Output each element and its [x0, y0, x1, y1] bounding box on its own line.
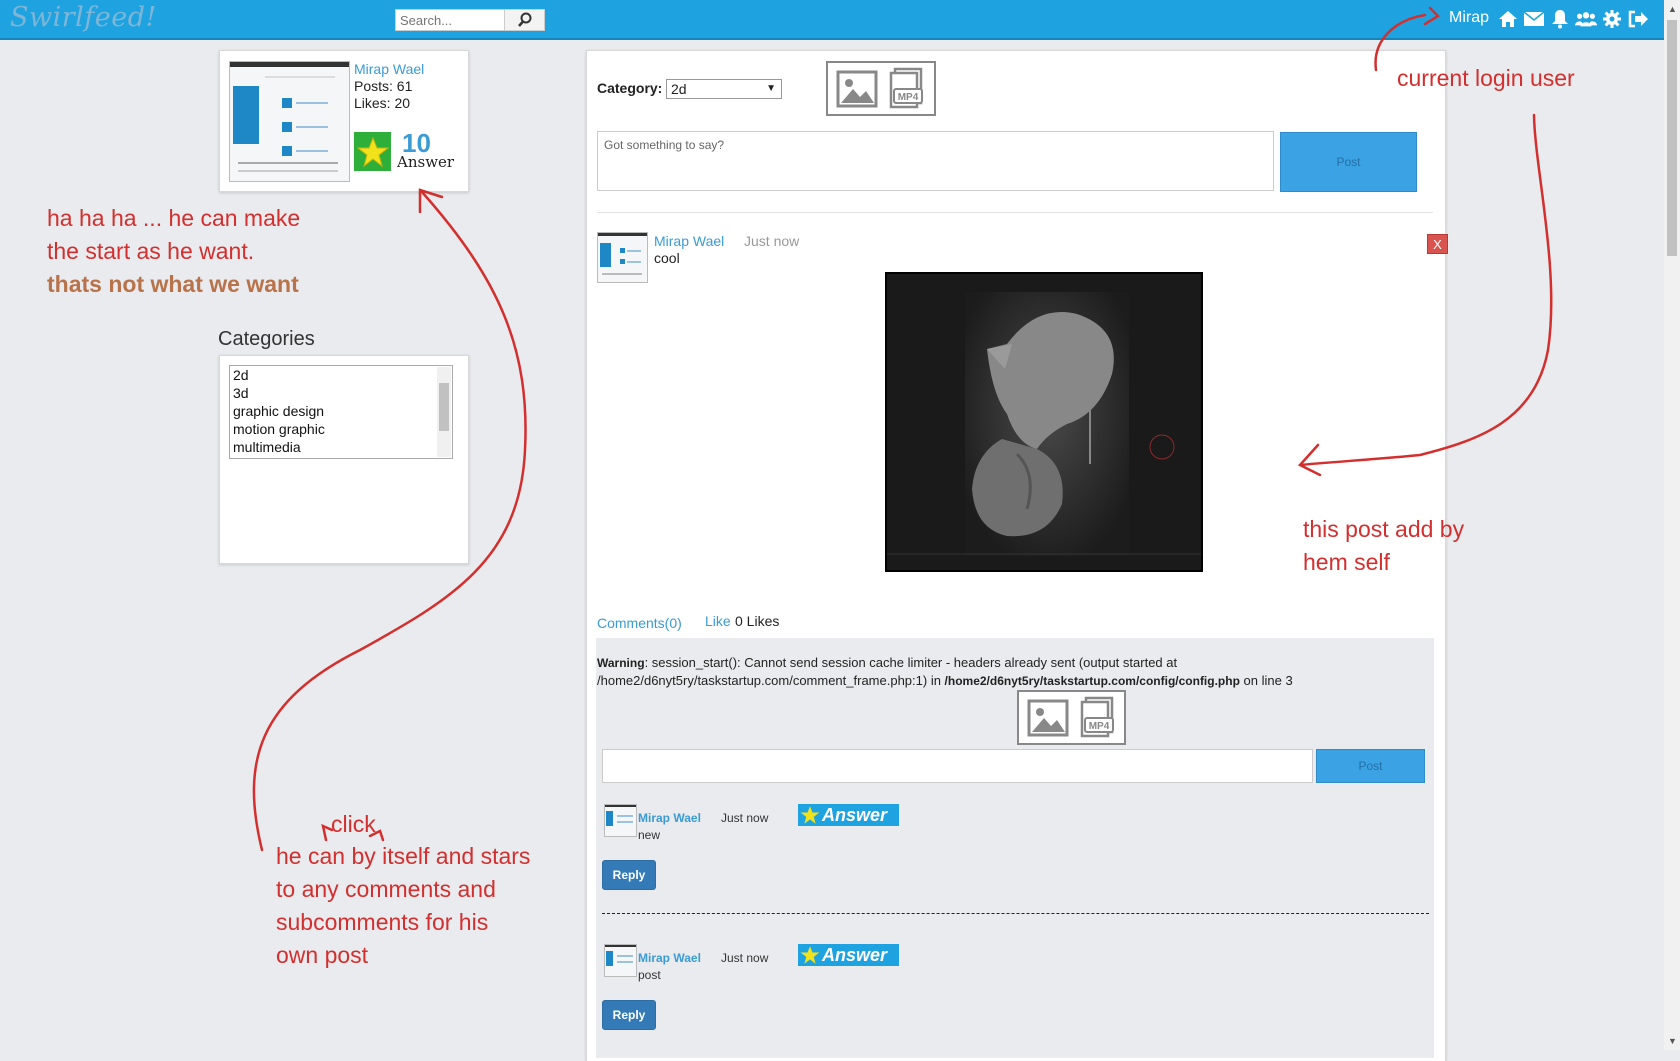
- categories-scrollbar[interactable]: [437, 367, 451, 457]
- comment-frame: [596, 638, 1434, 1058]
- svg-text:MP4: MP4: [1088, 721, 1109, 732]
- annotation-star-note-1: ha ha ha ... he can make: [47, 205, 301, 231]
- category-select[interactable]: 2d ▼: [666, 79, 782, 99]
- scrollbar-thumb[interactable]: [1667, 20, 1677, 256]
- image-icon: [1027, 699, 1068, 736]
- search-input[interactable]: [396, 10, 504, 30]
- category-select-value: 2d: [671, 81, 687, 97]
- svg-text:MP4: MP4: [898, 92, 919, 103]
- likes-count: 0 Likes: [735, 613, 780, 629]
- comment-input[interactable]: [602, 749, 1313, 783]
- annotation-star-note-3: thats not what we want: [47, 271, 299, 297]
- post-body: cool: [654, 250, 680, 266]
- comment-avatar[interactable]: [604, 804, 637, 837]
- site-logo[interactable]: Swirlfeed!: [10, 2, 157, 33]
- star-icon: [798, 804, 822, 826]
- annotation-comment-note-1: he can by itself and stars: [276, 843, 531, 869]
- annotation-comment-note-2: to any comments and: [276, 876, 496, 902]
- category-option[interactable]: 2d: [230, 366, 452, 384]
- category-option[interactable]: motion graphic: [230, 420, 452, 438]
- comment-avatar[interactable]: [604, 944, 637, 977]
- answer-badge-label: Answer: [822, 804, 888, 825]
- profile-picture[interactable]: [229, 61, 350, 182]
- profile-likes-count: Likes: 20: [354, 95, 411, 111]
- scroll-up-arrow-icon[interactable]: ▲: [1668, 4, 1677, 14]
- profile-posts-count: Posts: 61: [354, 78, 413, 94]
- page-scrollbar[interactable]: ▲ ▼: [1664, 0, 1680, 1050]
- comment-post-button[interactable]: Post: [1316, 749, 1425, 783]
- envelope-icon[interactable]: [1523, 8, 1545, 30]
- comment-timestamp: Just now: [721, 811, 769, 825]
- comments-link[interactable]: Comments(0): [597, 615, 682, 631]
- post-button[interactable]: Post: [1280, 132, 1417, 192]
- category-option[interactable]: graphic design: [230, 402, 452, 420]
- image-icon: [836, 70, 878, 107]
- annotation-post-note-1: this post add by: [1303, 516, 1465, 542]
- top-nav-icons: [1497, 8, 1649, 30]
- annotation-comment-note-3: subcomments for his: [276, 909, 489, 935]
- current-user-link[interactable]: Mirap: [1449, 9, 1489, 27]
- users-icon[interactable]: [1575, 8, 1597, 30]
- mark-answer-button[interactable]: Answer: [798, 944, 899, 966]
- star-icon: [798, 944, 822, 966]
- logout-icon[interactable]: [1627, 8, 1649, 30]
- post-author-name[interactable]: Mirap Wael: [654, 233, 724, 249]
- post-timestamp: Just now: [744, 233, 800, 249]
- search-icon: [517, 12, 531, 27]
- star-icon: [354, 132, 391, 171]
- mp4-file-icon: MP4: [1080, 696, 1114, 737]
- gear-icon[interactable]: [1601, 8, 1623, 30]
- annotation-current-user: current login user: [1397, 65, 1575, 91]
- like-link[interactable]: Like: [705, 613, 731, 629]
- annotation-click: click: [331, 811, 376, 837]
- dropdown-arrow-icon: ▼: [766, 83, 776, 94]
- profile-name-link[interactable]: Mirap Wael: [354, 61, 424, 77]
- mp4-file-icon: MP4: [889, 67, 923, 108]
- comment-body: new: [638, 828, 661, 842]
- delete-post-button[interactable]: X: [1427, 234, 1448, 254]
- annotation-post-note-2: hem self: [1303, 549, 1390, 575]
- category-option[interactable]: 3d: [230, 384, 452, 402]
- annotation-comment-note-4: own post: [276, 942, 369, 968]
- bell-icon[interactable]: [1549, 8, 1571, 30]
- comment-timestamp: Just now: [721, 951, 769, 965]
- post-author-avatar[interactable]: [597, 232, 648, 283]
- warning-label: Warning: [597, 656, 645, 670]
- answer-badge-label: Answer: [822, 944, 888, 965]
- category-option[interactable]: multimedia: [230, 438, 452, 456]
- reply-button[interactable]: Reply: [602, 1000, 656, 1030]
- post-image[interactable]: [885, 272, 1203, 572]
- top-navbar: Swirlfeed! Mirap: [0, 0, 1664, 40]
- comment-media-upload-button[interactable]: MP4: [1017, 690, 1126, 745]
- reply-button[interactable]: Reply: [602, 860, 656, 890]
- home-icon[interactable]: [1497, 8, 1519, 30]
- comment-body: post: [638, 968, 661, 982]
- media-upload-button[interactable]: MP4: [826, 61, 936, 116]
- comment-author-name[interactable]: Mirap Wael: [638, 951, 701, 965]
- post-textarea[interactable]: Got something to say?: [597, 131, 1274, 191]
- comment-divider: [602, 913, 1429, 914]
- annotation-star-note-2: the start as he want.: [47, 238, 255, 264]
- divider: [597, 212, 1433, 213]
- search-form: [395, 9, 545, 31]
- scroll-down-arrow-icon[interactable]: ▼: [1668, 1036, 1677, 1046]
- mark-answer-button[interactable]: Answer: [798, 804, 899, 826]
- warning-path: /home2/d6nyt5ry/taskstartup.com/config/c…: [944, 674, 1240, 688]
- comment-author-name[interactable]: Mirap Wael: [638, 811, 701, 825]
- categories-listbox[interactable]: 2d 3d graphic design motion graphic mult…: [229, 365, 453, 459]
- search-button[interactable]: [504, 10, 544, 30]
- categories-title: Categories: [218, 328, 315, 350]
- answer-count-label: Answer: [397, 153, 455, 171]
- warning-line: on line 3: [1239, 673, 1293, 688]
- category-label: Category:: [597, 80, 663, 96]
- php-warning: Warning: session_start(): Cannot send se…: [597, 654, 1357, 690]
